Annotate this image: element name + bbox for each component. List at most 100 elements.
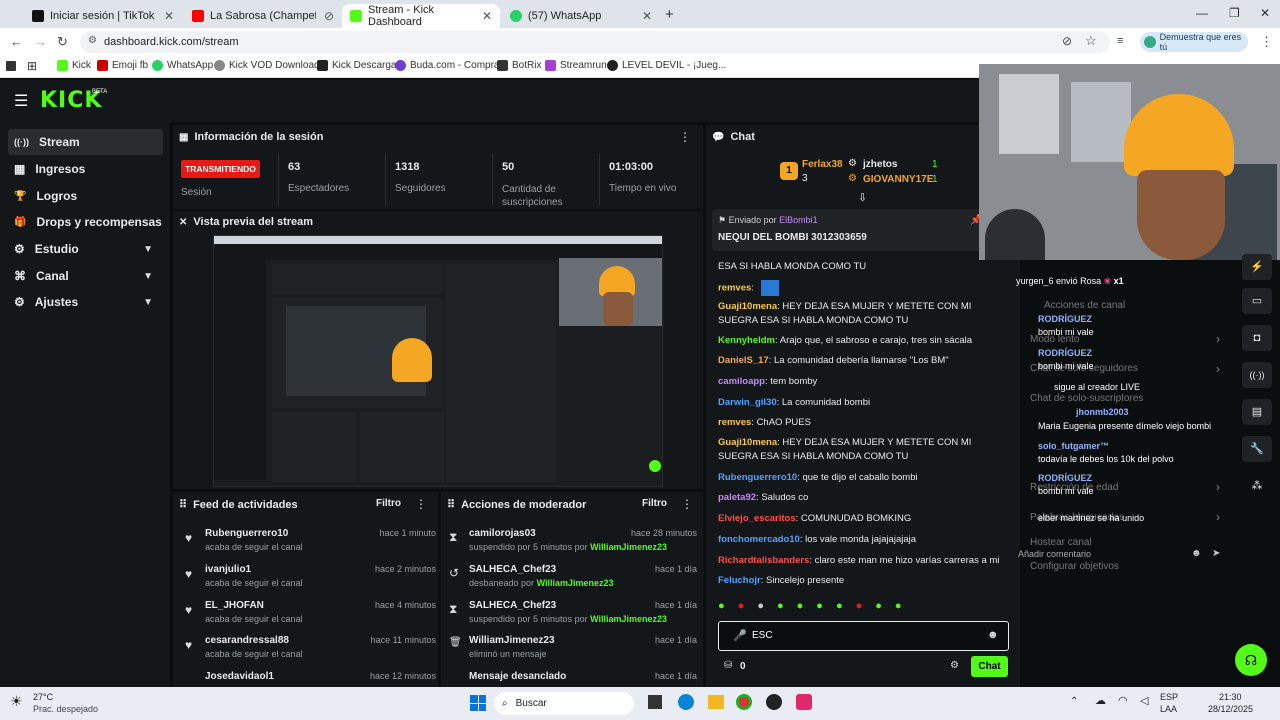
menu-item[interactable]: Acciones de canal [1044,300,1125,311]
eye-off-icon[interactable]: ⊘ [1062,34,1072,48]
chat-username[interactable]: Kennyheldm [718,335,775,346]
emote-icon[interactable]: ● [757,600,764,616]
close-icon[interactable]: ✕ [164,9,174,23]
chat-message[interactable]: ESA SI HABLA MONDA COMO TU [718,260,1000,274]
emote-icon[interactable]: ● [875,600,882,616]
forward-icon[interactable]: → [34,34,47,49]
chat-username[interactable]: Guaji10mena [718,437,777,448]
close-icon[interactable]: ✕ [482,9,492,23]
emote-icon[interactable]: ● [895,600,902,616]
points-icon[interactable]: ⛁ [724,660,732,671]
sidebar-item-ingresos[interactable]: ▦ Ingresos [8,156,163,182]
emoji-icon[interactable]: ☻ [1191,548,1202,559]
bookmark-kick[interactable]: Kick [57,60,91,71]
obs-icon[interactable] [766,694,782,710]
mod-row[interactable]: ⧗ SALHECA_Chef23 suspendido por 5 minutos … [447,600,697,636]
apps-dots-icon[interactable]: ⁂ [1242,473,1272,499]
reading-list-icon[interactable]: ≡ [1117,35,1123,47]
mod-row[interactable]: 🗑 WilliamJimenez23 eliminó un mensaje hace … [447,635,697,671]
task-view-icon[interactable] [648,695,662,709]
more-options-icon[interactable]: ⋮ [681,497,693,511]
bookmark-emoji[interactable]: Emoji fb [97,60,148,71]
close-icon[interactable]: ✕ [642,9,652,23]
maximize-button[interactable]: ❐ [1229,6,1240,20]
chat-username[interactable]: camiloapp [718,376,765,387]
send-chat-button[interactable]: Chat [971,656,1008,677]
feed-row[interactable]: ♥ Rubenguerrero10 acaba de seguir el canal… [181,528,436,564]
chat-message[interactable]: DanielS_17: La comunidad debería llamars… [718,354,1000,368]
chat-username[interactable]: Feluchojr [718,575,761,586]
sidebar-item-stream[interactable]: ((·)) Stream [8,129,163,155]
feed-row[interactable]: ♥ cesarandressal88 acaba de seguir el cana… [181,635,436,671]
windows-start-icon[interactable] [470,695,486,711]
tiktok-studio-icon[interactable] [796,694,812,710]
chat-username[interactable]: Darwin_gil30 [718,397,777,408]
mod-filter-button[interactable]: Filtro [642,498,667,509]
chat-username[interactable]: fonchomercado10 [718,534,800,545]
chevron-up-icon[interactable]: ⌃ [1070,696,1078,707]
cloud-icon[interactable]: ☁ [1095,694,1106,707]
mod-row[interactable]: ⧗ camilorojas03 suspendido por 5 minutos p… [447,528,697,564]
chat-username[interactable]: Rubenguerrero10 [718,472,797,483]
emote-icon[interactable]: ● [777,600,784,616]
stream-preview-video[interactable] [213,235,663,487]
new-tab-button[interactable]: + [665,6,674,23]
top-gifter-name[interactable]: Ferlax38 [802,159,843,170]
close-window-button[interactable]: ✕ [1260,6,1270,20]
chat-username[interactable]: paleta92 [718,492,756,503]
send-icon[interactable]: ➤ [1212,548,1220,559]
menu-item[interactable]: Configurar objetivos [1030,561,1119,572]
emoji-icon[interactable]: ☻ [987,629,999,641]
emote-icon[interactable]: ● [718,600,725,616]
chat-bubble-icon[interactable]: ◘ [1242,325,1272,351]
chat-message[interactable]: fonchomercado10: los vale monda jajajaja… [718,533,1000,547]
taskbar-search[interactable]: ⌕ Buscar [494,692,634,715]
bookmark-whatsapp[interactable]: WhatsApp [152,60,213,71]
sidebar-item-estudio[interactable]: ⚙ Estudio ▼ [8,236,163,262]
emote-icon[interactable]: ● [856,600,863,616]
mod-row[interactable]: ↺ SALHECA_Chef23 desbaneado por WilliamJim… [447,564,697,600]
lightning-icon[interactable]: ⚡ [1242,254,1272,280]
sidebar-item-canal[interactable]: ⌘ Canal ▼ [8,263,163,289]
feed-row[interactable]: ♥ ivanjulio1 acaba de seguir el canal hace … [181,564,436,600]
chat-message[interactable]: Kennyheldm: Arajo que, el sabroso e cara… [718,334,1000,348]
emote-icon[interactable]: ● [836,600,843,616]
chat-username[interactable]: remves [718,283,751,294]
help-fab-icon[interactable]: ☊ [1235,644,1267,676]
bookmark-kick-vod[interactable]: Kick VOD Download... [214,60,328,71]
chat-message[interactable]: remves: ChAO PUES [718,416,1000,430]
wrench-icon[interactable]: 🔧 [1242,436,1272,462]
microphone-icon[interactable]: 🎤 [733,629,747,642]
tab-youtube[interactable]: La Sabrosa (Champeta Africana ⊘ [184,4,342,28]
chat-message[interactable]: remves: [718,280,1000,296]
bookmark-botrix[interactable]: BotRix [497,60,541,71]
language-label[interactable]: ESP [1160,692,1178,702]
chat-message[interactable]: Elviejo_escaritos: COMUNUDAD BOMKING [718,512,1000,526]
tab-whatsapp[interactable]: (57) WhatsApp ✕ [502,4,660,28]
mod-row[interactable]: Mensaje desanclado hace 1 día [447,671,697,685]
bookmark-buda[interactable]: Buda.com - Compra... [395,60,508,71]
emote-icon[interactable]: ● [738,600,745,616]
menu-dots-icon[interactable]: ⋮ [1260,34,1273,50]
menu-item[interactable]: Hostear canal [1030,537,1092,548]
chat-username[interactable]: DanielS_17 [718,355,769,366]
apps-grid-icon[interactable] [6,61,16,71]
chat-message[interactable]: Guaji10mena: HEY DEJA ESA MUJER Y METETE… [718,436,1000,464]
minimize-button[interactable]: — [1196,6,1208,20]
chat-message[interactable]: Richardtalisbanders: claro este man me h… [718,554,1000,568]
more-options-icon[interactable]: ⋮ [415,497,427,511]
tab-kick[interactable]: Stream - Kick Dashboard ✕ [342,4,500,28]
wifi-icon[interactable]: ◠ [1118,694,1128,707]
gifter-name[interactable]: GIOVANNY17E [863,174,933,185]
menu-item[interactable]: Chat de solo-suscriptores [1030,393,1143,404]
chat-message[interactable]: paleta92: Saludos co [718,491,1000,505]
tab-tiktok[interactable]: Iniciar sesión | TikTok ✕ [24,4,182,28]
star-icon[interactable]: ☆ [1085,33,1097,49]
profile-chip[interactable]: Demuestra que eres tú [1140,32,1248,52]
sidebar-item-logros[interactable]: 🏆 Logros [8,183,163,209]
emote-icon[interactable]: ● [816,600,823,616]
chat-message[interactable]: Guaji10mena: HEY DEJA ESA MUJER Y METETE… [718,300,1000,328]
pinned-message[interactable]: ⚑ Enviado por ElBombi1 NEQUI DEL BOMBI 3… [712,209,984,251]
broadcast-icon[interactable]: ((·)) [1242,362,1272,388]
mute-icon[interactable]: ⊘ [324,9,334,23]
